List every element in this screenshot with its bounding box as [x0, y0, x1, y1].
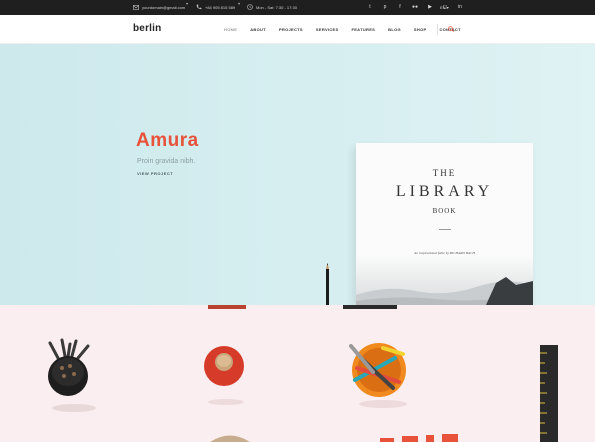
linkedin-icon[interactable]: in: [457, 4, 463, 10]
clock-icon: [247, 4, 253, 10]
youtube-icon[interactable]: ▶: [427, 4, 433, 10]
library-book-image: THE LIBRARY BOOK An inspirational fable …: [356, 143, 533, 305]
language-label: EN: [440, 5, 446, 10]
separator-dot: •: [186, 2, 189, 8]
topbar-phone[interactable]: +84 905 815 589: [196, 4, 235, 10]
book-rule: [439, 229, 451, 230]
nav-blog[interactable]: BLOG: [388, 27, 401, 32]
book-title-line2: LIBRARY: [395, 183, 494, 200]
phone-text: +84 905 815 589: [205, 4, 236, 10]
ruler-image[interactable]: [537, 345, 561, 442]
language-selector[interactable]: EN ▾: [440, 5, 449, 10]
site-header: berlin HOME ABOUT PROJECTS SERVICES FEAT…: [0, 15, 595, 44]
red-jar-image[interactable]: [202, 342, 247, 407]
mail-icon: [133, 4, 139, 10]
separator-dot: •: [238, 2, 241, 8]
slide-strip: [208, 305, 246, 309]
slide-strip: [343, 305, 397, 309]
nav-features[interactable]: FEATURES: [351, 27, 375, 32]
hero-slider: Amura Proin gravida nibh. VIEW PROJECT T…: [0, 44, 595, 305]
view-project-link[interactable]: VIEW PROJECT: [137, 171, 173, 176]
pinterest-icon[interactable]: p: [382, 4, 388, 10]
bowl-image-partial: [210, 435, 250, 442]
hero-subtitle: Proin gravida nibh.: [137, 158, 196, 165]
top-bar: yourdomain@gmail.com • +84 905 815 589 •…: [0, 0, 595, 15]
nav-about[interactable]: ABOUT: [250, 27, 266, 32]
flickr-icon[interactable]: ●●: [412, 4, 418, 10]
hours-text: Mon - Sat: 7:30 - 17:30: [256, 4, 297, 10]
nav-services[interactable]: SERVICES: [316, 27, 339, 32]
nav-divider: [437, 24, 438, 35]
email-text: yourdomain@gmail.com: [142, 4, 186, 10]
topbar-hours: Mon - Sat: 7:30 - 17:30: [247, 4, 297, 10]
hero-title: Amura: [136, 130, 199, 151]
pencil-cup-image[interactable]: [40, 338, 100, 413]
nav-home[interactable]: HOME: [224, 27, 237, 32]
pencil-image: [326, 263, 329, 305]
misty-mountains-illustration: [356, 255, 533, 305]
nav-projects[interactable]: PROJECTS: [279, 27, 303, 32]
search-icon[interactable]: [448, 26, 454, 32]
nav-shop[interactable]: SHOP: [414, 27, 427, 32]
book-title-line3: BOOK: [432, 207, 457, 215]
book-byline: An inspirational fable by RICHARD BACH: [414, 251, 475, 255]
coral-shape-partial: [380, 434, 458, 442]
topbar-email[interactable]: yourdomain@gmail.com: [133, 4, 185, 10]
chevron-down-icon: ▾: [446, 5, 449, 10]
phone-icon: [196, 4, 202, 10]
twitter-icon[interactable]: t: [367, 4, 373, 10]
facebook-icon[interactable]: f: [397, 4, 403, 10]
site-logo[interactable]: berlin: [133, 23, 161, 34]
book-title-line1: THE: [432, 168, 457, 178]
pen-bowl-image[interactable]: [343, 338, 418, 410]
portfolio-section: [0, 305, 595, 442]
